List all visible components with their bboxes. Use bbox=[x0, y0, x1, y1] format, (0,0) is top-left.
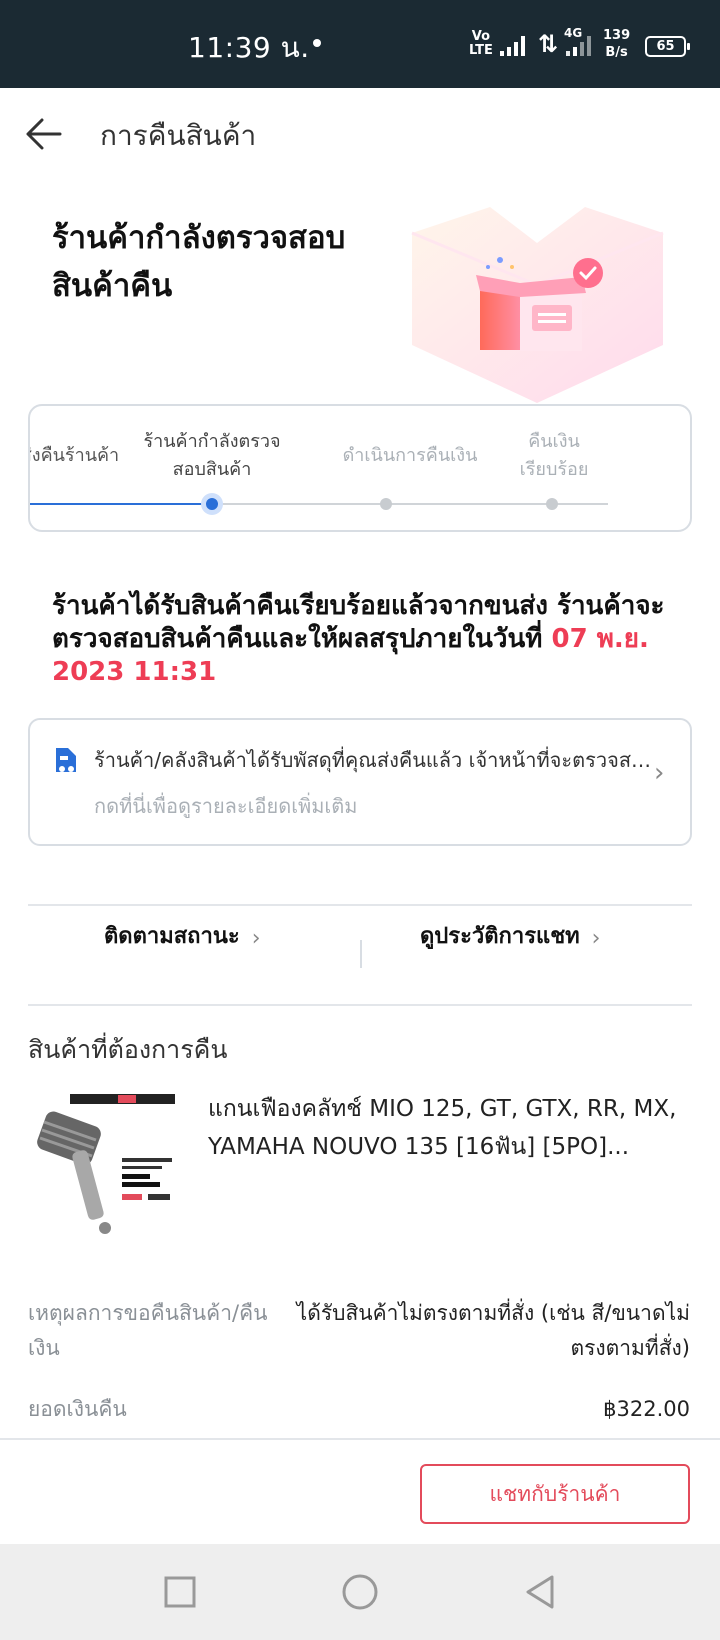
step-dot-processing bbox=[380, 498, 392, 510]
refund-amount-label: ยอดเงินคืน bbox=[28, 1397, 127, 1421]
refund-reason-label-line2: เงิน bbox=[28, 1336, 60, 1360]
chevron-right-icon: › bbox=[591, 926, 601, 951]
divider bbox=[28, 904, 692, 906]
network-speed: 139 B/s bbox=[603, 27, 630, 61]
system-back-button[interactable] bbox=[520, 1572, 560, 1612]
step-1-line1: ร้านค้ากำลังตรวจ bbox=[143, 431, 281, 452]
chevron-right-icon: › bbox=[654, 758, 665, 788]
chevron-right-icon: › bbox=[251, 926, 261, 951]
product-image[interactable] bbox=[30, 1090, 180, 1240]
refund-reason-value: ได้รับสินค้าไม่ตรงตามที่สั่ง (เช่น สี/ขน… bbox=[290, 1296, 690, 1366]
return-progress-stepper: ส่งคืนร้านค้า ร้านค้ากำลังตรวจ สอบสินค้า… bbox=[28, 404, 692, 532]
signal-strength-icon bbox=[500, 36, 530, 56]
footer-bar: แชทกับร้านค้า bbox=[0, 1438, 720, 1544]
notification-dot-icon bbox=[313, 39, 321, 47]
back-button[interactable] bbox=[22, 112, 66, 156]
chat-with-seller-button[interactable]: แชทกับร้านค้า bbox=[420, 1464, 690, 1524]
status-message: ร้านค้าได้รับสินค้าคืนเรียบร้อยแล้วจากขน… bbox=[52, 590, 692, 689]
volte-indicator: Vo LTE bbox=[469, 30, 493, 58]
app-header: การคืนสินค้า bbox=[0, 88, 720, 178]
back-icon bbox=[526, 1575, 554, 1609]
delivery-truck-icon bbox=[56, 748, 76, 772]
step-3-line1: คืนเงิน bbox=[528, 431, 580, 452]
arrow-left-icon bbox=[26, 118, 62, 150]
action-separator bbox=[360, 940, 362, 968]
refund-reason-value-line1: ได้รับสินค้าไม่ตรงตามที่สั่ง (เช่น สี/ขน… bbox=[296, 1301, 690, 1325]
recent-apps-button[interactable] bbox=[160, 1572, 200, 1612]
return-box-illustration bbox=[400, 205, 675, 405]
status-time: 11:39 น. bbox=[188, 31, 310, 64]
home-button[interactable] bbox=[340, 1572, 380, 1612]
step-label-refunded: คืนเงิน เรียบร้อย bbox=[504, 428, 604, 484]
track-status-label: ติดตามสถานะ bbox=[104, 924, 240, 949]
refund-reason-label: เหตุผลการขอคืนสินค้า/คืน เงิน bbox=[28, 1296, 278, 1366]
signal-strength-2-icon bbox=[566, 36, 596, 56]
tracking-info-subtext: กดที่นี่เพื่อดูรายละเอียดเพิ่มเติม bbox=[94, 794, 358, 818]
hero-title: ร้านค้ากำลังตรวจสอบ สินค้าคืน bbox=[52, 214, 372, 310]
tracking-info-text: ร้านค้า/คลังสินค้าได้รับพัสดุที่คุณส่งคื… bbox=[94, 748, 654, 772]
chat-history-button[interactable]: ดูประวัติการแชท › bbox=[420, 918, 600, 968]
hero-title-line1: ร้านค้ากำลังตรวจสอบ bbox=[52, 220, 346, 256]
refund-reason-label-line1: เหตุผลการขอคืนสินค้า/คืน bbox=[28, 1301, 268, 1325]
step-dot-active bbox=[203, 495, 221, 513]
step-label-inspecting: ร้านค้ากำลังตรวจ สอบสินค้า bbox=[132, 428, 292, 484]
speed-unit: B/s bbox=[605, 45, 628, 60]
refund-reason-value-line2: ตรงตามที่สั่ง) bbox=[570, 1336, 690, 1360]
step-dot-refunded bbox=[546, 498, 558, 510]
recent-apps-icon bbox=[164, 1576, 196, 1608]
section-title: สินค้าที่ต้องการคืน bbox=[28, 1035, 228, 1064]
chat-history-label: ดูประวัติการแชท bbox=[420, 924, 580, 949]
step-1-line2: สอบสินค้า bbox=[172, 459, 252, 480]
step-2-line1: ดำเนินการคืนเงิน bbox=[342, 445, 478, 466]
tracking-info-card[interactable]: ร้านค้า/คลังสินค้าได้รับพัสดุที่คุณส่งคื… bbox=[28, 718, 692, 846]
step-label-returned: ส่งคืนร้านค้า bbox=[28, 442, 130, 470]
volte-bottom: LTE bbox=[469, 43, 493, 58]
speed-value: 139 bbox=[603, 28, 631, 43]
step-0-line1: ส่งคืนร้านค้า bbox=[28, 445, 120, 466]
progress-line-completed bbox=[30, 503, 212, 505]
hero-title-line2: สินค้าคืน bbox=[52, 268, 173, 304]
refund-amount-value: ฿322.00 bbox=[603, 1397, 690, 1421]
system-nav-bar bbox=[0, 1544, 720, 1640]
volte-top: Vo bbox=[471, 29, 491, 44]
status-bar: 11:39 น. Vo LTE ⇅ 4G 139 B/s 65 bbox=[0, 0, 720, 88]
home-icon bbox=[342, 1574, 378, 1610]
data-transfer-icon: ⇅ bbox=[538, 30, 559, 58]
page-title: การคืนสินค้า bbox=[100, 119, 257, 152]
step-3-line2: เรียบร้อย bbox=[519, 459, 589, 480]
divider bbox=[28, 1004, 692, 1006]
battery-icon: 65 bbox=[645, 36, 690, 57]
step-label-processing-refund: ดำเนินการคืนเงิน bbox=[315, 442, 505, 470]
product-name[interactable]: แกนเฟืองคลัทช์ MIO 125, GT, GTX, RR, MX,… bbox=[208, 1090, 688, 1166]
track-status-button[interactable]: ติดตามสถานะ › bbox=[104, 918, 261, 968]
